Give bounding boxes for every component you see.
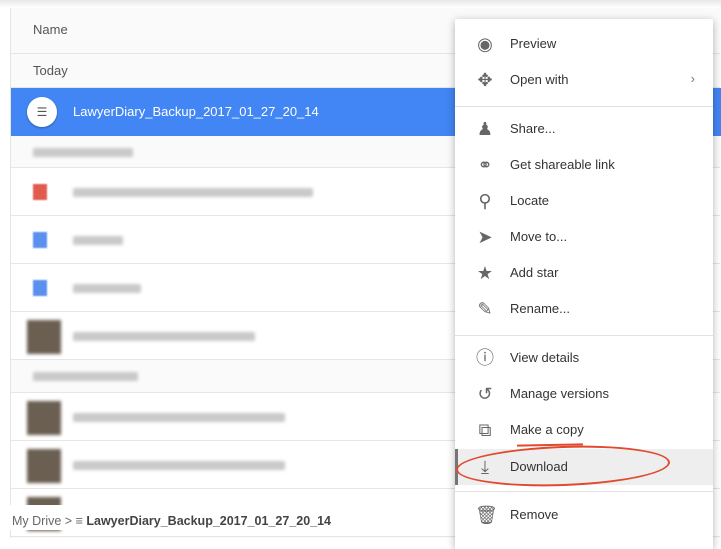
- menu-item-remove[interactable]: 🗑 Remove: [455, 497, 713, 533]
- trash-icon: 🗑: [475, 505, 498, 525]
- divider: [455, 106, 713, 107]
- pencil-icon: ✎: [477, 299, 493, 319]
- breadcrumb-my-drive[interactable]: My Drive: [12, 514, 61, 528]
- menu-item-locate[interactable]: ⚲ Locate: [455, 183, 713, 219]
- link-icon: ⚭: [477, 155, 493, 175]
- search-icon: ⚲: [478, 191, 492, 211]
- copy-icon: ⧉: [478, 420, 492, 440]
- menu-item-preview[interactable]: ◉ Preview: [455, 26, 713, 62]
- menu-item-share[interactable]: ♟ Share...: [455, 111, 713, 147]
- history-icon: ↺: [477, 384, 493, 404]
- selected-row-edge: [714, 88, 721, 136]
- menu-item-get-link[interactable]: ⚭ Get shareable link: [455, 147, 713, 183]
- divider: [455, 335, 713, 336]
- move-arrows-icon: ✥: [477, 70, 493, 90]
- menu-item-manage-versions[interactable]: ↺ Manage versions: [455, 376, 713, 412]
- menu-item-add-star[interactable]: ★ Add star: [455, 255, 713, 291]
- file-name: LawyerDiary_Backup_2017_01_27_20_14: [73, 104, 319, 119]
- person-add-icon: ♟: [476, 119, 494, 139]
- menu-item-rename[interactable]: ✎ Rename...: [455, 291, 713, 327]
- menu-item-view-details[interactable]: ⓘ View details: [455, 340, 713, 376]
- divider: [455, 491, 713, 492]
- star-icon: ★: [476, 263, 494, 283]
- folder-move-icon: ➤: [477, 227, 493, 247]
- breadcrumb-separator: >: [64, 514, 73, 528]
- info-icon: ⓘ: [476, 348, 494, 368]
- menu-item-open-with[interactable]: ✥ Open with ›: [455, 62, 713, 98]
- breadcrumb: My Drive > ≡ LawyerDiary_Backup_2017_01_…: [0, 505, 455, 530]
- eye-icon: ◉: [477, 34, 493, 54]
- chevron-right-icon: ›: [690, 71, 695, 86]
- menu-item-make-copy[interactable]: ⧉ Make a copy: [455, 412, 713, 448]
- breadcrumb-current: LawyerDiary_Backup_2017_01_27_20_14: [86, 514, 332, 528]
- menu-item-move-to[interactable]: ➤ Move to...: [455, 219, 713, 255]
- file-type-icon: ☰: [27, 97, 57, 127]
- top-shadow: [0, 0, 721, 8]
- file-type-icon: ≡: [75, 514, 83, 528]
